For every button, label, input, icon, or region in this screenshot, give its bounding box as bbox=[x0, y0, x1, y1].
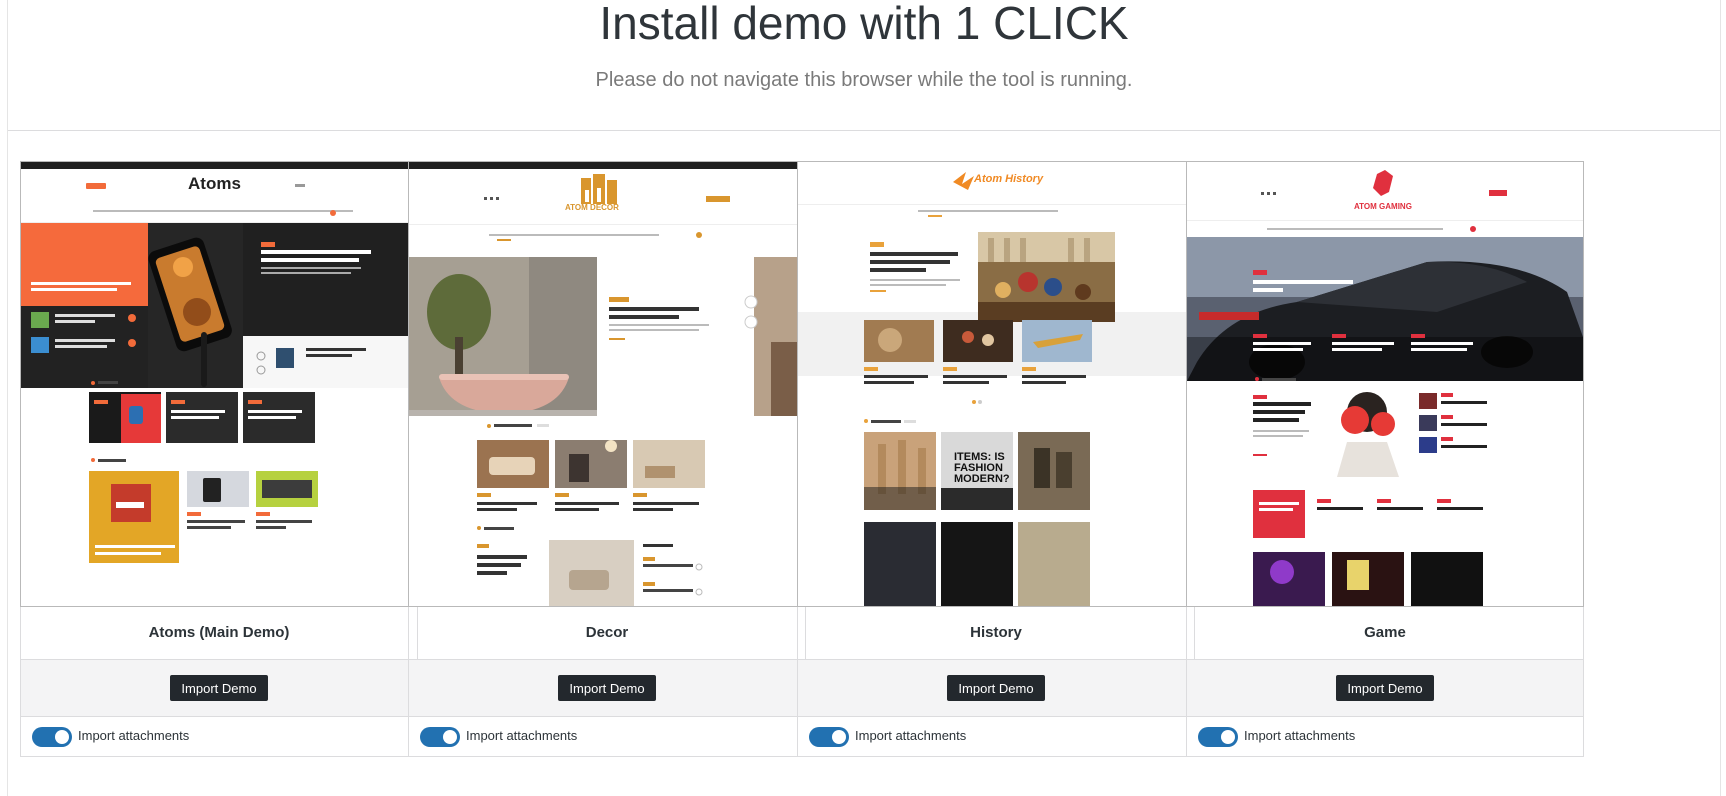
import-attachments-option: Import attachments bbox=[20, 717, 418, 757]
import-attachments-toggle[interactable] bbox=[420, 727, 460, 747]
import-demo-button[interactable]: Import Demo bbox=[1336, 675, 1434, 701]
demo-actions: Import Demo bbox=[20, 660, 418, 717]
game-preview-graphic bbox=[1187, 170, 1583, 606]
demo-importer-panel: Install demo with 1 CLICK Please do not … bbox=[7, 0, 1721, 796]
demo-name: History bbox=[797, 607, 1195, 660]
import-attachments-label: Import attachments bbox=[466, 728, 578, 743]
import-attachments-toggle[interactable] bbox=[1198, 727, 1238, 747]
import-demo-button[interactable]: Import Demo bbox=[558, 675, 656, 701]
demo-name: Atoms (Main Demo) bbox=[20, 607, 418, 660]
game-logo: ATOM GAMING bbox=[1354, 202, 1412, 211]
import-attachments-toggle[interactable] bbox=[32, 727, 72, 747]
demo-card-decor: ATOM DECOR Decor Import Demo Import atta… bbox=[408, 161, 806, 757]
demo-card-atoms: Atoms Atoms (Main Demo) Import Demo Impo… bbox=[20, 161, 418, 757]
demo-actions: Import Demo bbox=[797, 660, 1195, 717]
demo-preview-atoms[interactable]: Atoms bbox=[20, 161, 418, 607]
decor-logo: ATOM DECOR bbox=[565, 203, 619, 212]
history-poster-text: ITEMS: IS FASHION MODERN? bbox=[954, 452, 1014, 485]
history-preview-graphic bbox=[798, 172, 1194, 606]
poster-heading: ITEMS: IS FASHION MODERN? bbox=[954, 451, 1010, 485]
demo-card-history: Atom History ITEMS: IS FASHION MODERN? H… bbox=[797, 161, 1195, 757]
toggle-knob bbox=[443, 730, 457, 744]
import-attachments-option: Import attachments bbox=[408, 717, 806, 757]
toggle-knob bbox=[832, 730, 846, 744]
demo-preview-history[interactable]: Atom History ITEMS: IS FASHION MODERN? bbox=[797, 161, 1195, 607]
import-attachments-option: Import attachments bbox=[1186, 717, 1584, 757]
import-demo-button[interactable]: Import Demo bbox=[947, 675, 1045, 701]
atoms-logo: Atoms bbox=[188, 174, 241, 193]
history-logo: Atom History bbox=[974, 173, 1044, 185]
demo-preview-decor[interactable]: ATOM DECOR bbox=[408, 161, 806, 607]
page-subtitle: Please do not navigate this browser whil… bbox=[595, 69, 1133, 91]
import-attachments-label: Import attachments bbox=[78, 728, 190, 743]
page-title: Install demo with 1 CLICK bbox=[599, 0, 1129, 49]
import-attachments-label: Import attachments bbox=[1244, 728, 1356, 743]
import-demo-button[interactable]: Import Demo bbox=[170, 675, 268, 701]
demo-name: Game bbox=[1186, 607, 1584, 660]
demo-preview-game[interactable]: ATOM GAMING bbox=[1186, 161, 1584, 607]
demo-actions: Import Demo bbox=[1186, 660, 1584, 717]
demo-card-game: ATOM GAMING Game Import Demo Import atta… bbox=[1186, 161, 1584, 757]
import-attachments-label: Import attachments bbox=[855, 728, 967, 743]
page-header: Install demo with 1 CLICK Please do not … bbox=[8, 0, 1720, 131]
import-attachments-option: Import attachments bbox=[797, 717, 1195, 757]
import-attachments-toggle[interactable] bbox=[809, 727, 849, 747]
demo-actions: Import Demo bbox=[408, 660, 806, 717]
toggle-knob bbox=[55, 730, 69, 744]
toggle-knob bbox=[1221, 730, 1235, 744]
atoms-preview-graphic bbox=[21, 162, 417, 563]
decor-preview-graphic bbox=[409, 162, 805, 606]
demo-name: Decor bbox=[408, 607, 806, 660]
